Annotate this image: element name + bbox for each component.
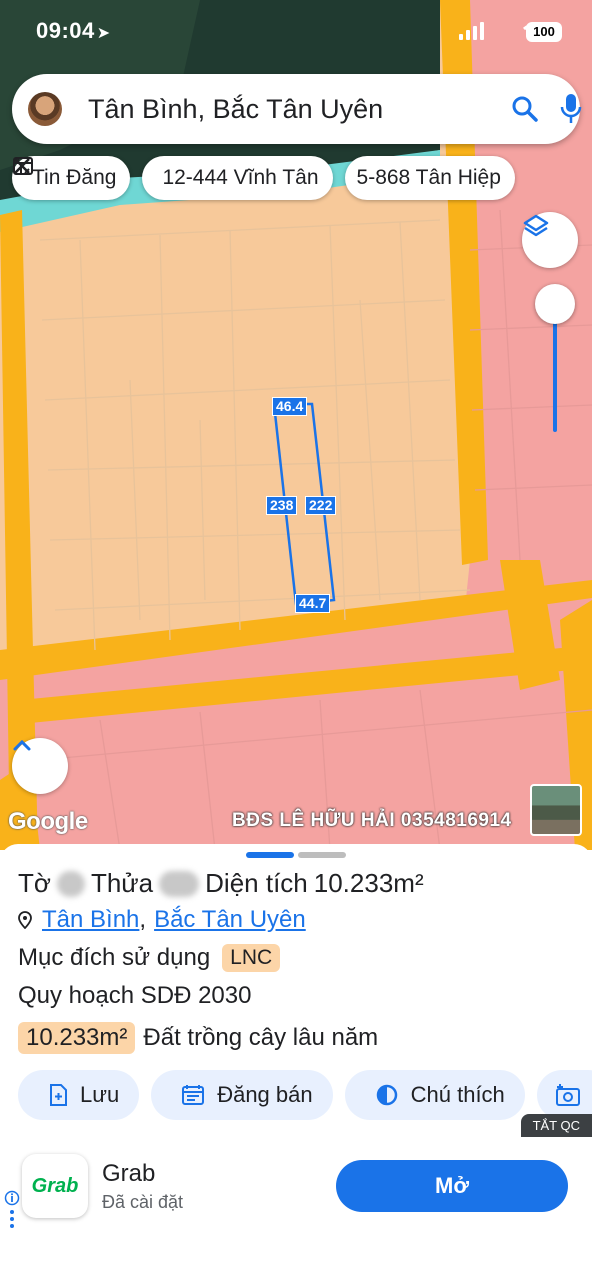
land-use-row: Mục đích sử dụng LNC <box>18 944 281 972</box>
district-link[interactable]: Bắc Tân Uyên <box>154 906 306 934</box>
battery-indicator: 100 <box>526 22 562 42</box>
open-app-button[interactable]: Mở <box>336 1160 568 1212</box>
post-sale-button[interactable]: Đăng bán <box>151 1070 333 1120</box>
land-use-badge: LNC <box>222 944 281 972</box>
planning-area-badge: 10.233m² <box>18 1022 136 1054</box>
status-time: 09:04 ➤ <box>36 18 111 44</box>
comma-separator: , <box>139 906 147 933</box>
parcel-edge-bottom-label: 44.7 <box>295 594 331 613</box>
chip-label: 5-868 Tân Hiệp <box>356 166 501 189</box>
expand-up-button[interactable] <box>12 738 68 794</box>
search-bar[interactable]: Tân Bình, Bắc Tân Uyên <box>12 74 582 144</box>
filter-chips: Tin Đăng 12-444 Vĩnh Tân 5-868 Tân Hiệp <box>12 156 515 200</box>
planning-title: Quy hoạch SDĐ 2030 <box>18 982 252 1009</box>
ad-info-icon[interactable] <box>4 1190 20 1235</box>
status-time-text: 09:04 <box>36 18 95 43</box>
sheet-pager <box>246 852 346 858</box>
parcel-edge-top-label: 46.4 <box>272 397 308 416</box>
ad-app-name: Grab <box>102 1160 156 1187</box>
add-photo-icon <box>555 1083 581 1107</box>
parcel-location: Tân Bình, Bắc Tân Uyên <box>18 906 306 934</box>
parcel-edge-left-label: 238 <box>266 496 298 515</box>
parcel-header: Tờ Thửa Diện tích 10.233m² <box>18 868 424 899</box>
pager-dot <box>298 852 346 858</box>
home-area <box>0 1234 592 1280</box>
ad-banner: Grab Grab Đã cài đặt Mở <box>0 1138 592 1234</box>
parcel-edge-right-label: 222 <box>305 496 337 515</box>
post-sale-icon <box>181 1084 205 1106</box>
save-button[interactable]: Lưu <box>18 1070 140 1120</box>
chip-label: 12-444 Vĩnh Tân <box>162 166 319 189</box>
dien-tich-value: 10.233m² <box>313 868 424 898</box>
post-sale-label: Đăng bán <box>217 1082 313 1107</box>
muc-dich-label: Mục đích sử dụng <box>18 944 211 971</box>
layers-button[interactable] <box>522 212 578 268</box>
avatar[interactable] <box>28 92 62 126</box>
pager-dot-active <box>246 852 294 858</box>
dien-tich-label: Diện tích <box>205 868 308 898</box>
ad-subtitle: Đã cài đặt <box>102 1192 184 1212</box>
map-view[interactable]: 46.4 238 222 44.7 09:04 ➤ 100 Tân Bình, B… <box>0 0 592 850</box>
legend-label: Chú thích <box>410 1082 505 1107</box>
thua-label: Thửa <box>90 868 154 898</box>
street-view-thumbnail[interactable] <box>530 784 582 836</box>
save-icon <box>48 1083 68 1107</box>
search-query[interactable]: Tân Bình, Bắc Tân Uyên <box>88 94 383 125</box>
map-watermark: BĐS LÊ HỮU HẢI 0354816914 <box>232 810 512 831</box>
add-photo-button[interactable] <box>536 1070 592 1120</box>
chip-tan-hiep[interactable]: 5-868 Tân Hiệp <box>344 156 515 200</box>
action-buttons: Lưu Đăng bán Chú thích <box>18 1070 592 1120</box>
planning-type: Đất trồng cây lâu năm <box>143 1024 379 1051</box>
save-label: Lưu <box>80 1082 120 1107</box>
opacity-slider-handle[interactable] <box>535 284 575 324</box>
legend-button[interactable]: Chú thích <box>344 1070 525 1120</box>
ad-off-tag[interactable]: TẮT QC <box>520 1114 592 1137</box>
planning-row: 10.233m² Đất trồng cây lâu năm <box>18 1022 378 1054</box>
ward-link[interactable]: Tân Bình <box>42 906 139 934</box>
parcel-info-sheet: Tờ Thửa Diện tích 10.233m² Tân Bình, Bắc… <box>0 844 592 1140</box>
chip-vinh-tan[interactable]: 12-444 Vĩnh Tân <box>14 156 333 200</box>
to-label: Tờ <box>18 868 51 898</box>
thua-value-redacted <box>159 870 200 897</box>
cell-signal-icon <box>459 22 484 40</box>
status-bar: 09:04 ➤ 100 <box>0 0 592 64</box>
chip-label: Tin Đăng <box>32 166 117 189</box>
location-pin-icon <box>18 911 32 929</box>
google-logo: Google <box>8 808 88 835</box>
location-arrow-icon: ➤ <box>96 25 111 42</box>
to-value-redacted <box>56 870 85 897</box>
grab-logo[interactable]: Grab <box>22 1154 88 1218</box>
legend-icon <box>375 1083 399 1107</box>
